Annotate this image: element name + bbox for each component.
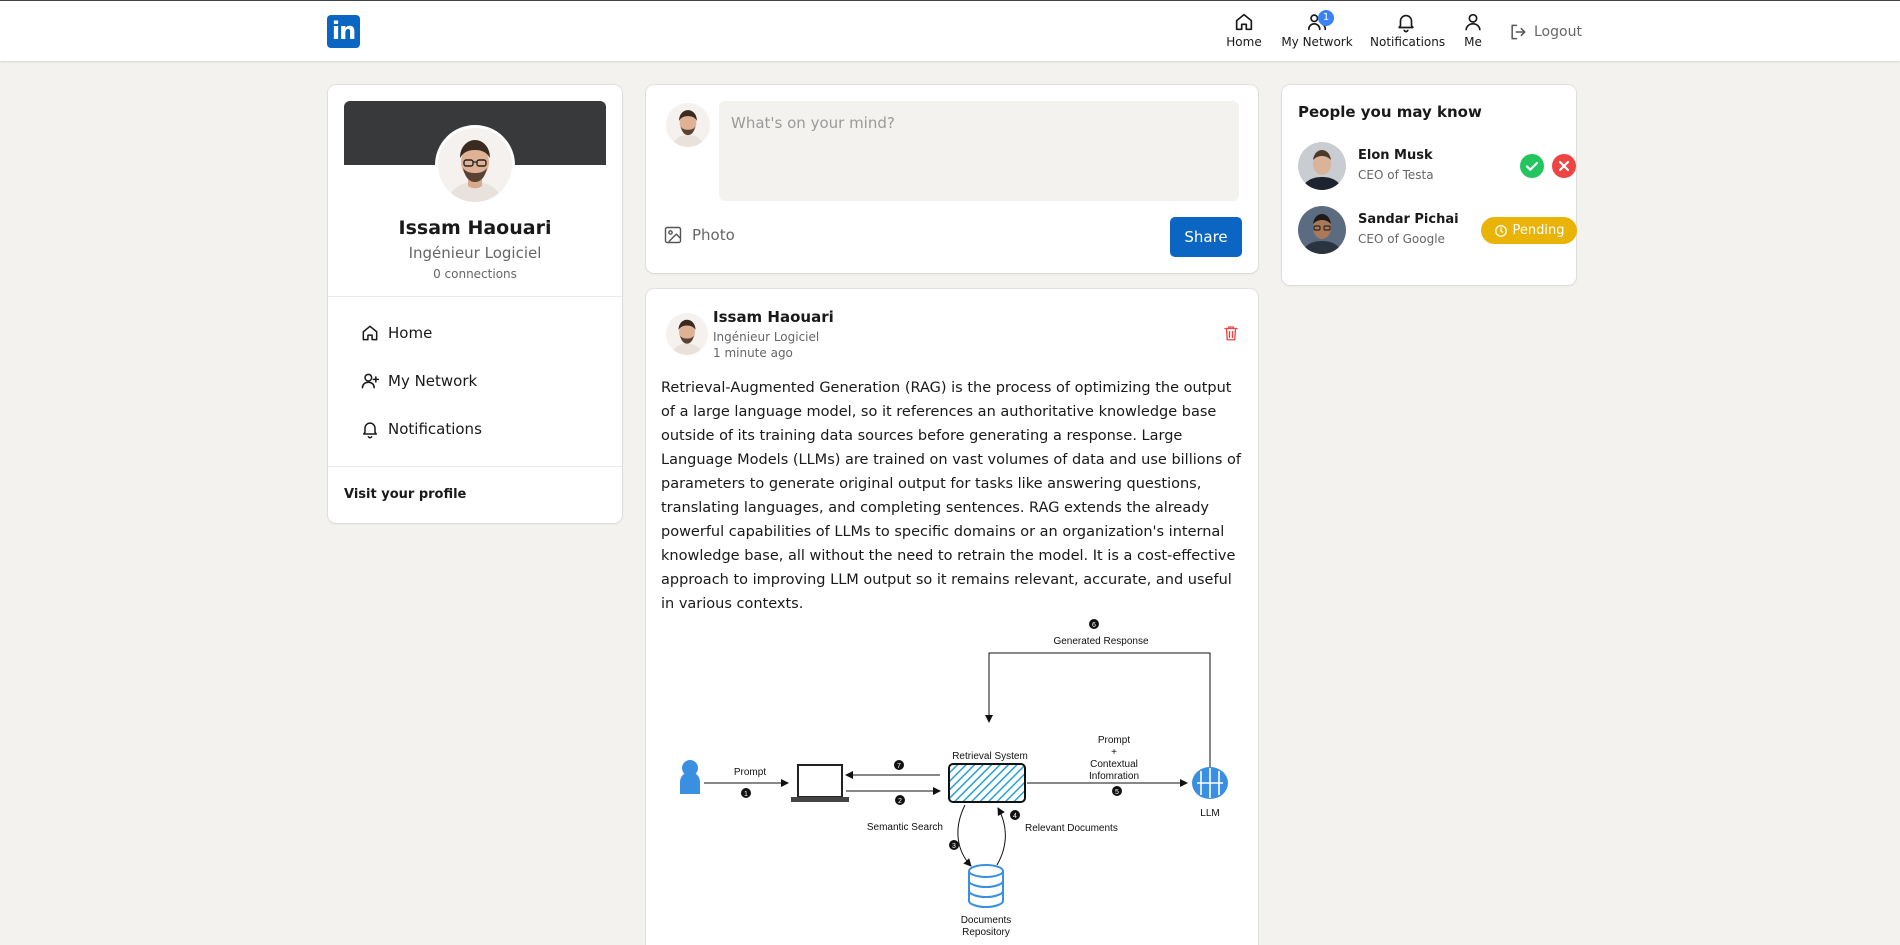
profile-avatar[interactable] (435, 125, 515, 205)
composer-avatar (666, 103, 710, 147)
sidebar-item-home[interactable]: Home (360, 321, 432, 345)
nav-me[interactable]: Me (1460, 11, 1486, 55)
post-author-name[interactable]: Issam Haouari (713, 308, 834, 326)
close-icon (1558, 160, 1570, 172)
step-5-label: 5 (1115, 789, 1119, 796)
nav-notifications[interactable]: Notifications (1370, 11, 1446, 55)
delete-post-button[interactable] (1222, 323, 1240, 343)
sidebar-item-my-network[interactable]: My Network (360, 369, 477, 393)
sidebar-item-label: My Network (388, 372, 478, 390)
prompt-context-line-4: Infomration (1089, 771, 1139, 782)
step-6-label: 6 (1092, 622, 1096, 629)
person-name[interactable]: Elon Musk (1358, 148, 1433, 163)
step-1-label: 1 (744, 791, 748, 798)
llm-brain-icon (1192, 767, 1228, 799)
bell-icon (363, 422, 377, 439)
laptop-base-shape (791, 797, 849, 802)
retrieval-system-label: Retrieval System (952, 751, 1028, 762)
profile-divider (328, 466, 622, 467)
nav-home-label: Home (1226, 35, 1262, 49)
profile-divider (328, 296, 622, 297)
top-navbar: in Home 1 My Network Notifications Me Lo… (0, 0, 1900, 61)
post-body: Retrieval-Augmented Generation (RAG) is … (661, 380, 1241, 612)
llm-label: LLM (1200, 808, 1219, 819)
person-avatar[interactable] (1298, 142, 1346, 190)
nav-home[interactable]: Home (1224, 11, 1264, 55)
logout-icon (1511, 24, 1526, 40)
pending-status-button[interactable]: Pending (1481, 217, 1577, 244)
step-7-label: 7 (897, 763, 901, 770)
post-composer: Photo Share (646, 85, 1258, 273)
reject-button[interactable] (1552, 154, 1576, 178)
user-icon (1465, 13, 1481, 31)
bell-icon (1398, 14, 1414, 33)
home-icon (362, 325, 378, 341)
photo-button[interactable]: Photo (663, 225, 735, 245)
nav-my-network[interactable]: 1 My Network (1280, 10, 1354, 55)
trash-icon (1224, 326, 1238, 341)
person-name[interactable]: Sandar Pichai (1358, 212, 1459, 227)
people-you-may-know-card: People you may know Elon Musk CEO of Tes… (1282, 85, 1577, 285)
photo-label: Photo (692, 226, 735, 244)
logout-button[interactable]: Logout (1508, 21, 1582, 43)
user-plus-icon (361, 373, 380, 389)
retrieval-system-box (948, 763, 1026, 803)
sidebar-item-notifications[interactable]: Notifications (360, 417, 482, 441)
semantic-search-label: Semantic Search (867, 822, 943, 833)
sidebar-item-label: Notifications (388, 420, 482, 438)
accept-button[interactable] (1520, 154, 1544, 178)
visit-profile-link[interactable]: Visit your profile (344, 487, 466, 502)
nav-my-network-label: My Network (1281, 35, 1353, 49)
documents-repo-line-1: Documents (961, 915, 1012, 926)
home-icon (1235, 13, 1253, 31)
post-input[interactable] (719, 101, 1239, 201)
profile-name[interactable]: Issam Haouari (328, 217, 622, 239)
relevant-documents-label: Relevant Documents (1025, 823, 1118, 834)
person-avatar[interactable] (1298, 206, 1346, 254)
post-author-avatar[interactable] (666, 313, 708, 355)
person-item: Elon Musk CEO of Testa (1298, 142, 1576, 190)
profile-headline: Ingénieur Logiciel (408, 244, 542, 262)
generated-response-label: Generated Response (1053, 636, 1149, 647)
clock-icon (1494, 224, 1507, 237)
profile-card: Issam Haouari Ingénieur Logiciel 0 conne… (328, 85, 622, 523)
database-icon (968, 864, 1004, 909)
user-body-shape (680, 772, 700, 794)
prompt-context-line-1: Prompt (1098, 735, 1130, 746)
step-2-label: 2 (898, 798, 902, 805)
nav-notifications-label: Notifications (1370, 35, 1446, 49)
linkedin-logo[interactable]: in (327, 15, 360, 48)
profile-connections: 0 connections (433, 267, 517, 281)
post-card: Issam Haouari Ingénieur Logiciel 1 minut… (646, 289, 1258, 945)
prompt-label: Prompt (734, 767, 766, 778)
check-icon (1525, 161, 1539, 171)
post-author-headline: Ingénieur Logiciel (713, 330, 820, 344)
nav-me-label: Me (1464, 35, 1482, 49)
logout-label: Logout (1534, 24, 1582, 40)
step-3-label: 3 (952, 843, 956, 850)
person-item: Sandar Pichai CEO of Google Pending (1298, 206, 1577, 254)
pending-label: Pending (1512, 223, 1565, 238)
documents-repo-line-2: Repository (962, 927, 1010, 938)
profile-photo (438, 128, 512, 202)
person-title: CEO of Testa (1358, 168, 1434, 182)
network-badge: 1 (1318, 10, 1334, 26)
post-timestamp: 1 minute ago (713, 346, 793, 360)
laptop-icon (797, 764, 843, 798)
pymk-title: People you may know (1298, 103, 1482, 121)
prompt-context-line-2: + (1111, 747, 1117, 758)
rag-diagram[interactable]: 6 Generated Response Prompt 1 7 2 Retrie… (661, 619, 1246, 945)
image-icon (664, 226, 682, 244)
person-title: CEO of Google (1358, 232, 1445, 246)
prompt-context-line-3: Contextual (1090, 759, 1138, 770)
share-button[interactable]: Share (1170, 217, 1242, 257)
sidebar-item-label: Home (388, 324, 433, 342)
step-4-label: 4 (1013, 813, 1017, 820)
